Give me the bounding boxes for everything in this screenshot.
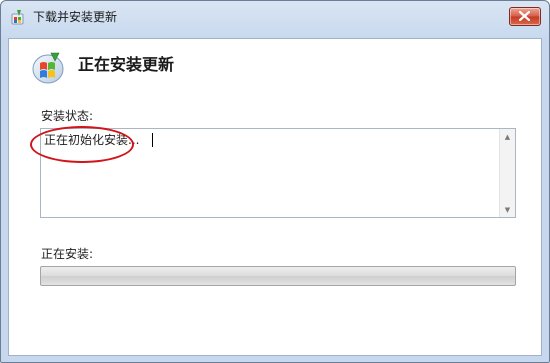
status-label: 安装状态:: [41, 109, 94, 123]
install-progress-bar: [40, 266, 516, 286]
status-text: 正在初始化安装...: [44, 133, 140, 147]
scroll-down-arrow-icon[interactable]: ▼: [500, 202, 515, 217]
windows-update-icon: [11, 9, 27, 25]
title-bar[interactable]: 下载并安装更新: [1, 1, 549, 33]
window-title: 下载并安装更新: [33, 10, 118, 24]
page-title: 正在安装更新: [78, 55, 175, 74]
windows-update-logo-icon: [31, 51, 65, 85]
vertical-scrollbar[interactable]: ▲ ▼: [499, 129, 515, 217]
installing-label: 正在安装:: [41, 247, 94, 261]
close-button[interactable]: [509, 7, 541, 26]
status-text-area[interactable]: 正在初始化安装... ▲ ▼: [40, 128, 516, 218]
dialog-content: 正在安装更新 安装状态: 正在初始化安装... ▲ ▼ 正在安装:: [8, 38, 542, 356]
scroll-up-arrow-icon[interactable]: ▲: [500, 129, 515, 144]
update-dialog-window: 下载并安装更新 正在安装更新 安装状态: 正在初始化安装... ▲ ▼ 正在安装…: [0, 0, 550, 363]
text-caret: [152, 133, 153, 147]
